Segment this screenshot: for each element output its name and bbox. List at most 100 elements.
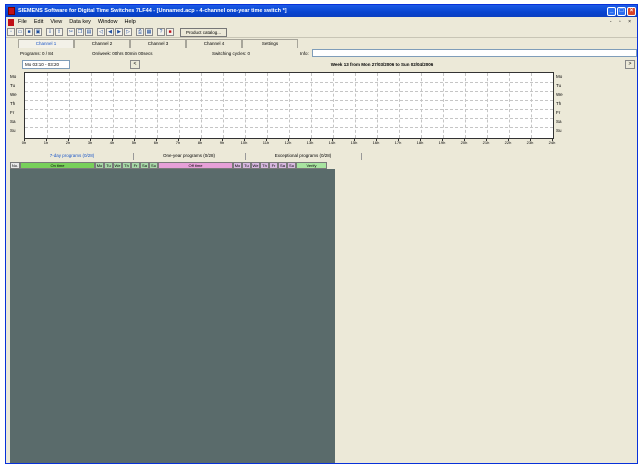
col-on-time[interactable]: On time bbox=[20, 162, 95, 169]
hour-label: 19h bbox=[438, 140, 446, 145]
time-range-field[interactable]: Mo 03:10 - 03:20 bbox=[22, 60, 70, 69]
document-icon[interactable] bbox=[8, 18, 14, 26]
next-week-button[interactable]: > bbox=[625, 60, 635, 69]
hour-gridline bbox=[465, 73, 466, 138]
mdi-controls[interactable]: - ▫ × bbox=[610, 19, 634, 25]
hour-gridline bbox=[311, 73, 312, 138]
save-all-icon[interactable]: ▣ bbox=[34, 28, 42, 36]
tab-7-day-programs[interactable]: 7-day programs (0/28) bbox=[12, 152, 132, 160]
hour-gridline bbox=[223, 73, 224, 138]
product-catalog-button[interactable]: Product catalog... bbox=[180, 27, 228, 37]
col-on-su[interactable]: Su bbox=[149, 162, 158, 169]
hour-gridline bbox=[179, 73, 180, 138]
info-input[interactable] bbox=[312, 49, 637, 57]
next-icon[interactable]: ▶ bbox=[115, 28, 123, 36]
catalog-icon[interactable]: ■ bbox=[166, 28, 174, 36]
hour-label: 10h bbox=[240, 140, 248, 145]
menu-bar: File Edit View Data key Window Help - ▫ … bbox=[6, 17, 637, 27]
tab-one-year-programs[interactable]: One-year programs (0/28) bbox=[134, 152, 244, 160]
col-no[interactable]: No. bbox=[10, 162, 20, 169]
write-key-icon[interactable]: ⇧ bbox=[55, 28, 63, 36]
col-on-tu[interactable]: Tu bbox=[104, 162, 113, 169]
help-icon[interactable]: ? bbox=[157, 28, 165, 36]
col-off-fr[interactable]: Fr bbox=[269, 162, 278, 169]
col-on-mo[interactable]: Mo bbox=[95, 162, 104, 169]
col-off-mo[interactable]: Mo bbox=[233, 162, 242, 169]
hour-gridline bbox=[157, 73, 158, 138]
col-off-su[interactable]: Su bbox=[287, 162, 296, 169]
hour-label: 3h bbox=[87, 140, 93, 145]
hour-label: 20h bbox=[460, 140, 468, 145]
menu-help[interactable]: Help bbox=[124, 19, 135, 25]
title-bar[interactable]: SIEMENS Software for Digital Time Switch… bbox=[6, 5, 637, 17]
last-icon[interactable]: ▷ bbox=[124, 28, 132, 36]
hour-gridline bbox=[289, 73, 290, 138]
minimize-button[interactable]: _ bbox=[607, 6, 616, 16]
tab-channel-4[interactable]: Channel 4 bbox=[186, 39, 242, 48]
detail-pane bbox=[335, 162, 637, 463]
hour-label: 9h bbox=[219, 140, 225, 145]
day-label-right: Su bbox=[556, 128, 562, 133]
paste-icon[interactable]: ▤ bbox=[85, 28, 93, 36]
menu-edit[interactable]: Edit bbox=[34, 19, 43, 25]
prev-week-button[interactable]: < bbox=[130, 60, 140, 69]
tab-settings[interactable]: Settings bbox=[242, 39, 298, 48]
hour-label: 2h bbox=[65, 140, 71, 145]
tab-exceptional-programs[interactable]: Exceptional programs (0/28) bbox=[246, 152, 360, 160]
tab-separator bbox=[361, 153, 362, 160]
menu-window[interactable]: Window bbox=[98, 19, 118, 25]
hour-gridline bbox=[509, 73, 510, 138]
col-off-we[interactable]: We bbox=[251, 162, 260, 169]
hour-label: 1h bbox=[43, 140, 49, 145]
col-off-th[interactable]: Th bbox=[260, 162, 269, 169]
print-icon[interactable]: ⎙ bbox=[136, 28, 144, 36]
timeline-plot[interactable] bbox=[24, 72, 554, 139]
hour-gridline bbox=[399, 73, 400, 138]
new-icon[interactable]: ▫ bbox=[7, 28, 15, 36]
col-on-fr[interactable]: Fr bbox=[131, 162, 140, 169]
maximize-button[interactable]: □ bbox=[617, 6, 626, 16]
col-off-sa[interactable]: Sa bbox=[278, 162, 287, 169]
col-verify[interactable]: Verify bbox=[296, 162, 327, 169]
col-off-tu[interactable]: Tu bbox=[242, 162, 251, 169]
prev-icon[interactable]: ◀ bbox=[106, 28, 114, 36]
program-grid-body[interactable] bbox=[10, 169, 335, 463]
on-per-week: On/week: 00hrs 00min 00secs bbox=[92, 51, 153, 56]
day-label-left: Mo bbox=[10, 74, 17, 79]
hour-label: 0h bbox=[21, 140, 27, 145]
week-title: Week 13 from Mon 27/03/2006 to Sun 02/04… bbox=[330, 62, 434, 67]
hour-gridline bbox=[487, 73, 488, 138]
day-label-right: Fr bbox=[556, 110, 561, 115]
day-label-right: Th bbox=[556, 101, 562, 106]
app-icon bbox=[8, 7, 15, 15]
read-key-icon[interactable]: ⇩ bbox=[46, 28, 54, 36]
close-button[interactable]: × bbox=[627, 6, 636, 16]
toolbar: ▫ ▭ ■ ▣ ⇩ ⇧ ✂ ❐ ▤ ◁ ◀ ▶ ▷ ⎙ ▦ ? ■ Produc… bbox=[6, 27, 637, 38]
tab-channel-1[interactable]: Channel 1 bbox=[18, 39, 74, 48]
day-label-right: Mo bbox=[556, 74, 563, 79]
col-on-sa[interactable]: Sa bbox=[140, 162, 149, 169]
col-on-we[interactable]: We bbox=[113, 162, 122, 169]
hour-label: 24h bbox=[548, 140, 556, 145]
menu-file[interactable]: File bbox=[18, 19, 27, 25]
col-off-time[interactable]: Off time bbox=[158, 162, 233, 169]
menu-view[interactable]: View bbox=[50, 19, 62, 25]
day-label-right: Tu bbox=[556, 83, 562, 88]
col-on-th[interactable]: Th bbox=[122, 162, 131, 169]
first-icon[interactable]: ◁ bbox=[97, 28, 105, 36]
hour-label: 4h bbox=[109, 140, 115, 145]
day-label-right: Sa bbox=[556, 119, 562, 124]
hour-label: 14h bbox=[328, 140, 336, 145]
menu-data-key[interactable]: Data key bbox=[69, 19, 91, 25]
save-icon[interactable]: ■ bbox=[25, 28, 33, 36]
programs-count: Programs: 0 / 84 bbox=[20, 51, 54, 56]
open-icon[interactable]: ▭ bbox=[16, 28, 24, 36]
tab-channel-2[interactable]: Channel 2 bbox=[74, 39, 130, 48]
tab-channel-3[interactable]: Channel 3 bbox=[130, 39, 186, 48]
copy-icon[interactable]: ❐ bbox=[76, 28, 84, 36]
hour-gridline bbox=[333, 73, 334, 138]
day-label-left: Tu bbox=[10, 83, 16, 88]
preview-icon[interactable]: ▦ bbox=[145, 28, 153, 36]
hour-gridline bbox=[531, 73, 532, 138]
cut-icon[interactable]: ✂ bbox=[67, 28, 75, 36]
